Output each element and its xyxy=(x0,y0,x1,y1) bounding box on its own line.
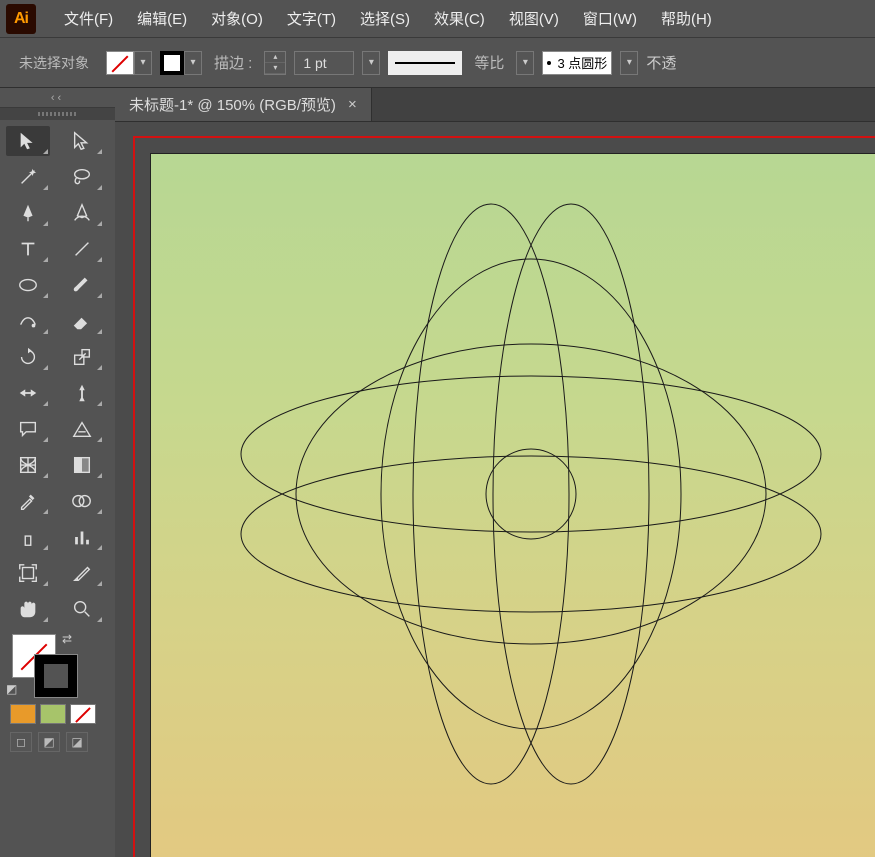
menu-type[interactable]: 文字(T) xyxy=(275,2,348,35)
draw-behind-icon[interactable]: ◩ xyxy=(38,732,60,752)
fill-swatch-none-icon xyxy=(106,51,134,75)
fill-stroke-area[interactable]: ⇄ ◩ xyxy=(0,630,115,702)
perspective-grid-tool[interactable] xyxy=(60,414,104,444)
blend-tool[interactable] xyxy=(60,486,104,516)
eraser-tool[interactable] xyxy=(60,306,104,336)
lasso-tool[interactable] xyxy=(60,162,104,192)
selection-status: 未选择对象 xyxy=(10,50,98,76)
menu-edit[interactable]: 编辑(E) xyxy=(125,2,199,35)
color-mode-none[interactable] xyxy=(70,704,96,724)
document-tab-bar: 未标题-1* @ 150% (RGB/预览) × xyxy=(115,88,875,122)
curvature-tool[interactable] xyxy=(60,198,104,228)
left-panel-column: ‹‹ ⇄ ◩ ◻ ◩ ◪ xyxy=(0,88,115,857)
profile-label: 等比 xyxy=(474,52,504,73)
panel-collapse-button[interactable]: ‹‹ xyxy=(0,88,115,108)
width-tool[interactable] xyxy=(6,378,50,408)
selection-tool[interactable] xyxy=(6,126,50,156)
column-graph-tool[interactable] xyxy=(60,522,104,552)
opacity-label: 不透 xyxy=(646,52,676,73)
document-tab-title: 未标题-1* @ 150% (RGB/预览) xyxy=(129,94,336,115)
ellipse-tool[interactable] xyxy=(6,270,50,300)
brush-sample[interactable]: 3 点圆形 xyxy=(542,51,612,75)
magic-wand-tool[interactable] xyxy=(6,162,50,192)
pen-tool[interactable] xyxy=(6,198,50,228)
stroke-profile-sample[interactable] xyxy=(388,51,462,75)
zoom-tool[interactable] xyxy=(60,594,104,624)
menu-bar: Ai 文件(F) 编辑(E) 对象(O) 文字(T) 选择(S) 效果(C) 视… xyxy=(0,0,875,38)
default-fill-stroke-icon[interactable]: ◩ xyxy=(6,682,17,696)
scale-tool[interactable] xyxy=(60,342,104,372)
chevron-down-icon[interactable]: ▾ xyxy=(134,51,152,75)
artboard-tool[interactable] xyxy=(6,558,50,588)
paintbrush-tool[interactable] xyxy=(60,270,104,300)
close-icon[interactable]: × xyxy=(348,96,357,113)
menu-object[interactable]: 对象(O) xyxy=(199,2,275,35)
menu-window[interactable]: 窗口(W) xyxy=(571,2,649,35)
free-transform-tool[interactable] xyxy=(6,414,50,444)
menu-file[interactable]: 文件(F) xyxy=(52,2,125,35)
type-tool[interactable] xyxy=(6,234,50,264)
stroke-swatch-large[interactable] xyxy=(34,654,78,698)
brush-label: 3 点圆形 xyxy=(557,53,607,72)
chevron-down-icon[interactable]: ▾ xyxy=(620,51,638,75)
menu-select[interactable]: 选择(S) xyxy=(348,2,422,35)
workspace: ‹‹ ⇄ ◩ ◻ ◩ ◪ 未标题-1* @ 150% (RGB/预览) × xyxy=(0,88,875,857)
gradient-tool[interactable] xyxy=(60,450,104,480)
screen-mode-row: ◻ ◩ ◪ xyxy=(0,732,115,760)
pin-tool[interactable] xyxy=(60,378,104,408)
color-mode-row xyxy=(0,702,115,732)
slice-tool[interactable] xyxy=(60,558,104,588)
chevron-down-icon[interactable]: ▾ xyxy=(362,51,380,75)
tool-grid xyxy=(0,120,115,630)
draw-normal-icon[interactable]: ◻ xyxy=(10,732,32,752)
hand-tool[interactable] xyxy=(6,594,50,624)
symbol-sprayer-tool[interactable] xyxy=(6,522,50,552)
menu-help[interactable]: 帮助(H) xyxy=(649,2,724,35)
document-area: 未标题-1* @ 150% (RGB/预览) × xyxy=(115,88,875,857)
stroke-weight-stepper[interactable]: ▴▾ xyxy=(264,51,286,75)
app-logo: Ai xyxy=(6,4,36,34)
direct-selection-tool[interactable] xyxy=(60,126,104,156)
chevron-down-icon[interactable]: ▾ xyxy=(516,51,534,75)
line-segment-tool[interactable] xyxy=(60,234,104,264)
grip-bar[interactable] xyxy=(0,108,115,120)
stroke-weight-field[interactable]: 1 pt xyxy=(294,51,354,75)
mesh-tool[interactable] xyxy=(6,450,50,480)
stroke-swatch-combo[interactable]: ▾ xyxy=(160,51,202,75)
chevron-down-icon[interactable]: ▾ xyxy=(184,51,202,75)
menu-view[interactable]: 视图(V) xyxy=(497,2,571,35)
canvas-viewport[interactable] xyxy=(115,122,875,857)
stroke-swatch-icon xyxy=(160,51,184,75)
rotate-tool[interactable] xyxy=(6,342,50,372)
draw-inside-icon[interactable]: ◪ xyxy=(66,732,88,752)
shaper-tool[interactable] xyxy=(6,306,50,336)
color-mode-solid[interactable] xyxy=(10,704,36,724)
swap-fill-stroke-icon[interactable]: ⇄ xyxy=(62,632,72,646)
fill-swatch-combo[interactable]: ▾ xyxy=(106,51,152,75)
options-bar: 未选择对象 ▾ ▾ 描边 : ▴▾ 1 pt ▾ 等比 ▾ 3 点圆形 ▾ 不透 xyxy=(0,38,875,88)
document-tab[interactable]: 未标题-1* @ 150% (RGB/预览) × xyxy=(115,88,372,121)
eyedropper-tool[interactable] xyxy=(6,486,50,516)
artboard[interactable] xyxy=(151,154,875,857)
artwork-ellipses[interactable] xyxy=(201,164,861,824)
stroke-label: 描边 : xyxy=(214,52,252,73)
color-mode-gradient[interactable] xyxy=(40,704,66,724)
menu-effect[interactable]: 效果(C) xyxy=(422,2,497,35)
